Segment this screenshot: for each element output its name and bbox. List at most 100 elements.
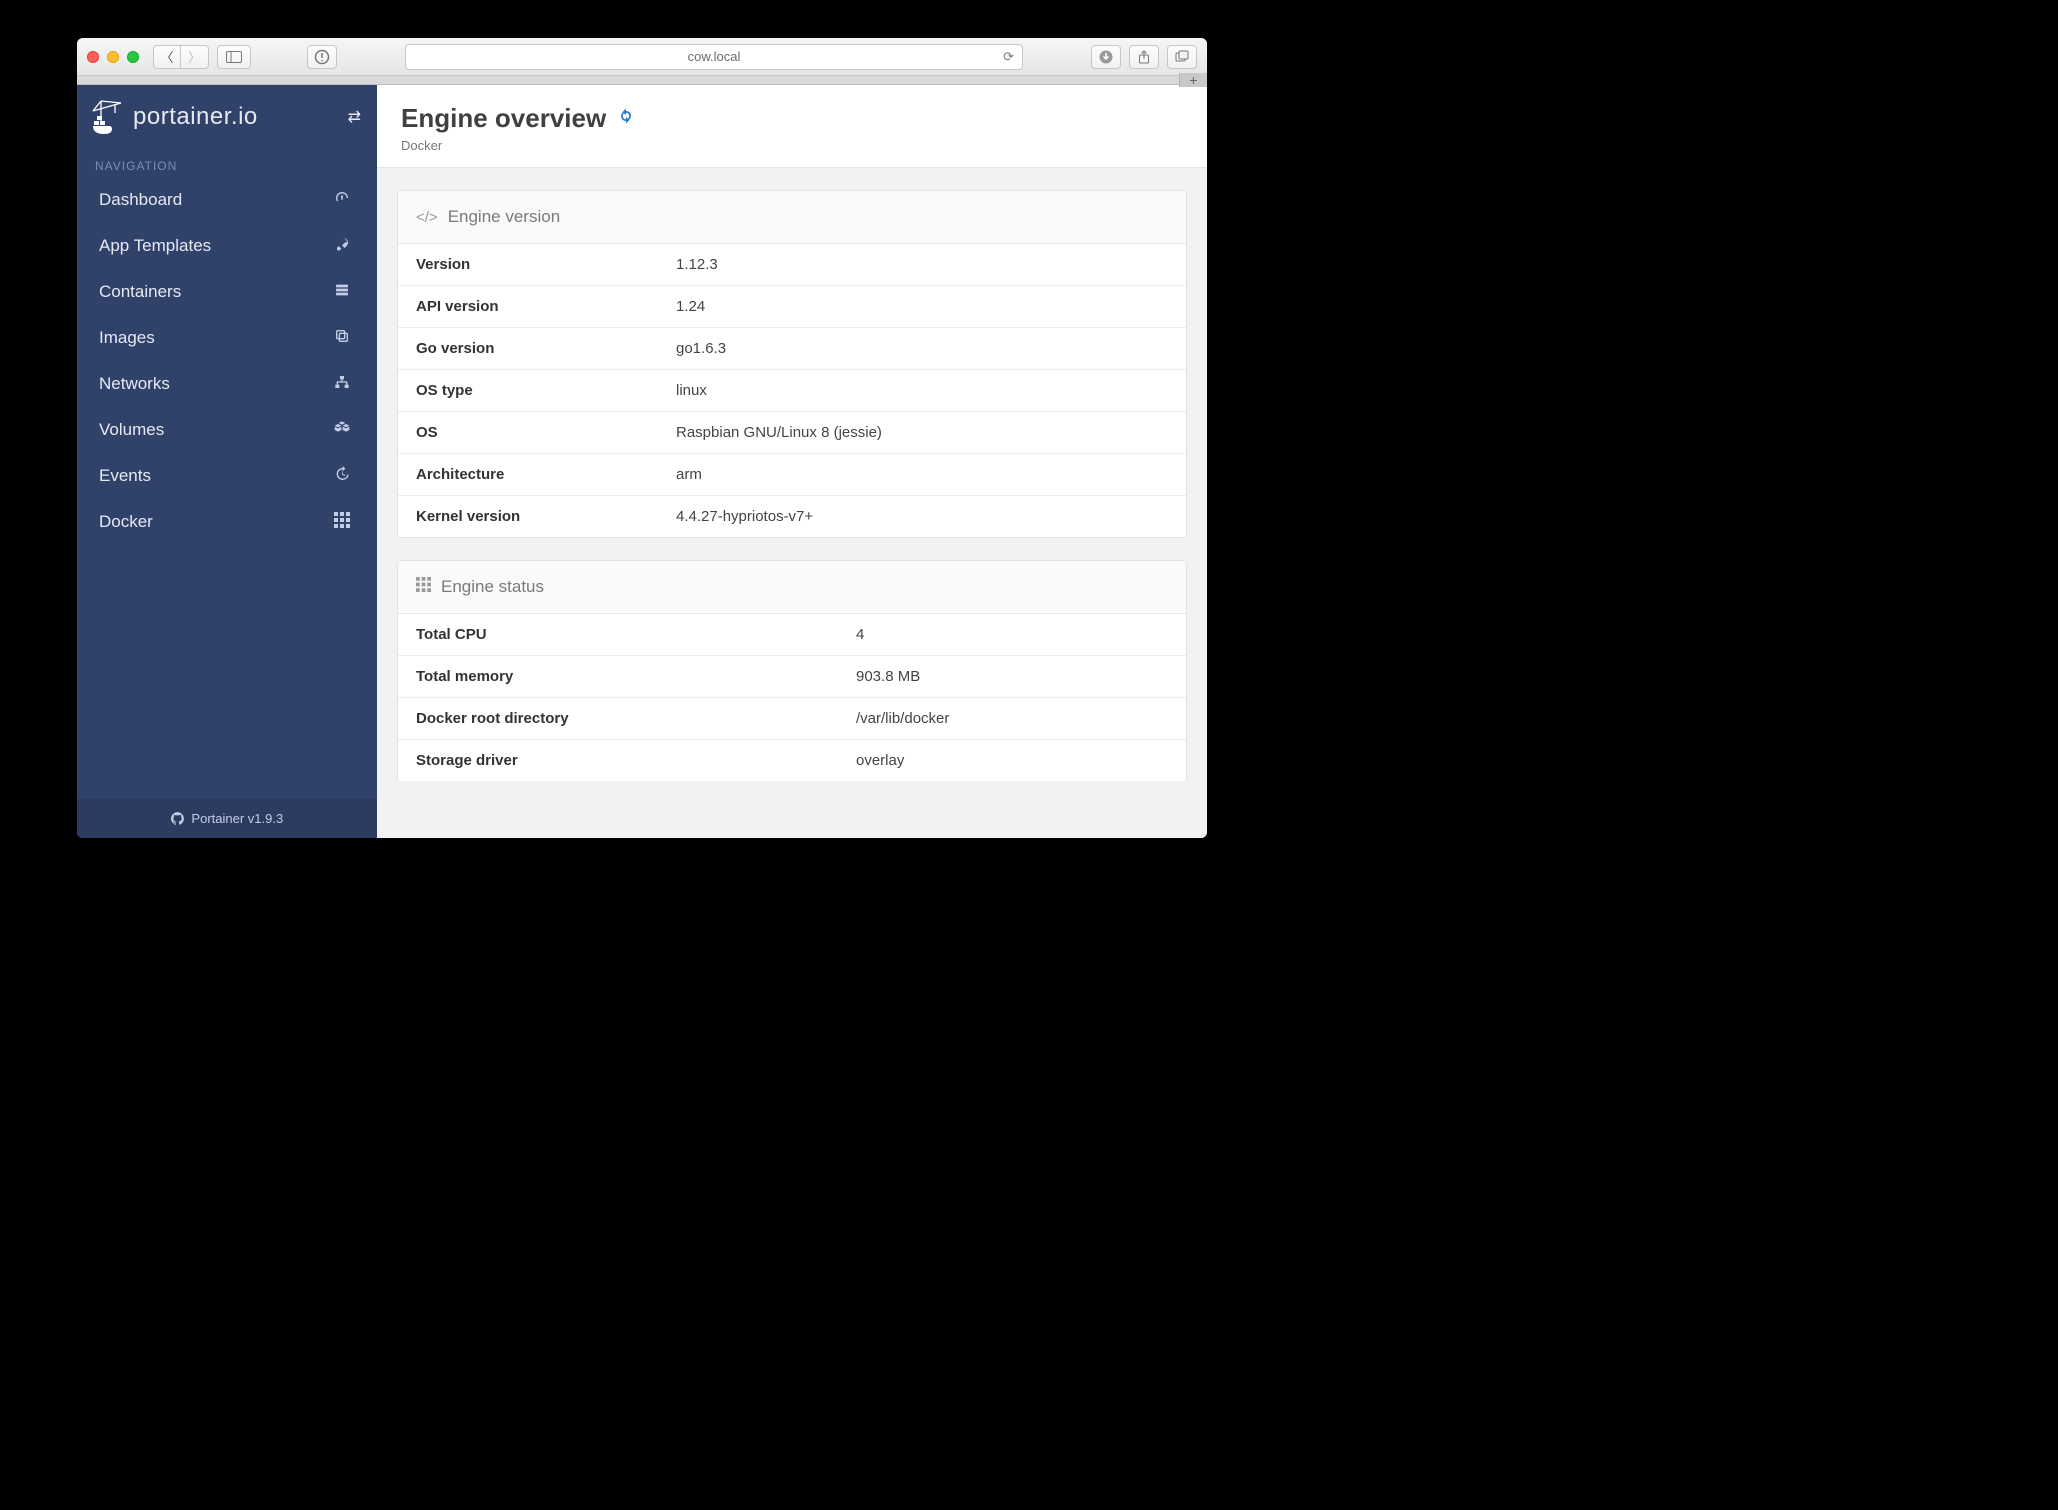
row-key: Total memory [398,656,838,698]
sidebar-item-volumes[interactable]: Volumes [77,407,377,453]
sidebar-icon [226,49,242,65]
row-value: 1.12.3 [658,244,1186,286]
panel-header-engine-version: </> Engine version [398,191,1186,244]
page-title: Engine overview [401,103,606,134]
sidebar: portainer.io ⇄ NAVIGATION Dashboard App T… [77,85,377,838]
rocket-icon [333,236,351,256]
row-key: Storage driver [398,740,838,782]
sidebar-item-label: Volumes [99,420,164,440]
row-value: 1.24 [658,286,1186,328]
table-row: Storage driveroverlay [398,740,1186,782]
table-row: OSRaspbian GNU/Linux 8 (jessie) [398,412,1186,454]
tachometer-icon [333,190,351,210]
breadcrumb: Docker [401,138,1183,153]
forward-button[interactable]: 〉 [181,45,209,69]
row-value: 4 [838,614,1186,656]
row-key: OS type [398,370,658,412]
app-root: portainer.io ⇄ NAVIGATION Dashboard App T… [77,85,1207,838]
sidebar-item-dashboard[interactable]: Dashboard [77,177,377,223]
row-key: Go version [398,328,658,370]
tab-strip: + [77,76,1207,85]
reader-button[interactable] [307,45,337,69]
sidebar-item-events[interactable]: Events [77,453,377,499]
brand-text: portainer.io [133,103,258,131]
row-value: go1.6.3 [658,328,1186,370]
table-row: Total memory903.8 MB [398,656,1186,698]
table-row: API version1.24 [398,286,1186,328]
sidebar-item-label: Docker [99,512,153,532]
downloads-button[interactable] [1091,45,1121,69]
panel-title: Engine status [441,577,544,597]
row-key: Architecture [398,454,658,496]
sitemap-icon [333,374,351,394]
table-row: OS typelinux [398,370,1186,412]
row-key: Total CPU [398,614,838,656]
github-icon [171,811,188,826]
share-icon [1136,49,1152,65]
address-bar[interactable]: cow.local ⟳ [405,44,1023,70]
table-row: Version1.12.3 [398,244,1186,286]
reload-icon[interactable]: ⟳ [1003,49,1014,65]
refresh-icon [616,106,636,126]
table-row: Architecturearm [398,454,1186,496]
share-button[interactable] [1129,45,1159,69]
tabs-button[interactable] [1167,45,1197,69]
row-value: linux [658,370,1186,412]
sidebar-item-label: App Templates [99,236,211,256]
reader-icon [314,49,330,65]
refresh-button[interactable] [616,106,636,132]
endpoint-switch-button[interactable]: ⇄ [348,107,361,127]
url-text: cow.local [688,49,741,64]
th-icon [333,512,351,532]
server-icon [333,282,351,302]
row-value: 4.4.27-hypriotos-v7+ [658,496,1186,538]
sidebar-item-label: Images [99,328,155,348]
row-value: overlay [838,740,1186,782]
nav-back-forward: 〈 〉 [153,45,209,69]
th-icon [416,577,431,597]
page-header: Engine overview Docker [377,85,1207,168]
tabs-icon [1174,49,1190,65]
panel-engine-version: </> Engine version Version1.12.3API vers… [397,190,1187,538]
clone-icon [333,328,351,348]
row-value: 903.8 MB [838,656,1186,698]
sidebar-item-label: Containers [99,282,181,302]
sidebar-item-networks[interactable]: Networks [77,361,377,407]
back-button[interactable]: 〈 [153,45,181,69]
row-key: Docker root directory [398,698,838,740]
minimize-window-button[interactable] [107,51,119,63]
portainer-logo-icon [91,99,125,135]
new-tab-button[interactable]: + [1179,73,1207,87]
row-key: Kernel version [398,496,658,538]
zoom-window-button[interactable] [127,51,139,63]
close-window-button[interactable] [87,51,99,63]
history-icon [333,466,351,486]
window-controls [87,51,139,63]
row-key: API version [398,286,658,328]
row-value: arm [658,454,1186,496]
sidebar-item-label: Events [99,466,151,486]
sidebar-item-containers[interactable]: Containers [77,269,377,315]
brand-bar: portainer.io ⇄ [77,85,377,149]
browser-window: 〈 〉 cow.local ⟳ + [77,38,1207,838]
row-key: Version [398,244,658,286]
row-value: Raspbian GNU/Linux 8 (jessie) [658,412,1186,454]
main-content: Engine overview Docker </> Engine versio… [377,85,1207,838]
sidebar-footer[interactable]: Portainer v1.9.3 [77,799,377,838]
panel-title: Engine version [448,207,560,227]
panel-engine-status: Engine status Total CPU4Total memory903.… [397,560,1187,781]
sidebar-toggle-button[interactable] [217,45,251,69]
sidebar-item-images[interactable]: Images [77,315,377,361]
cubes-icon [333,420,351,440]
sidebar-item-label: Dashboard [99,190,182,210]
table-row: Docker root directory/var/lib/docker [398,698,1186,740]
brand[interactable]: portainer.io [91,99,258,135]
nav-list: Dashboard App Templates Containers Images Ne… [77,177,377,545]
table-row: Go versiongo1.6.3 [398,328,1186,370]
nav-heading: NAVIGATION [77,149,377,177]
sidebar-item-app-templates[interactable]: App Templates [77,223,377,269]
sidebar-item-label: Networks [99,374,170,394]
sidebar-item-docker[interactable]: Docker [77,499,377,545]
panel-header-engine-status: Engine status [398,561,1186,614]
browser-toolbar: 〈 〉 cow.local ⟳ [77,38,1207,76]
